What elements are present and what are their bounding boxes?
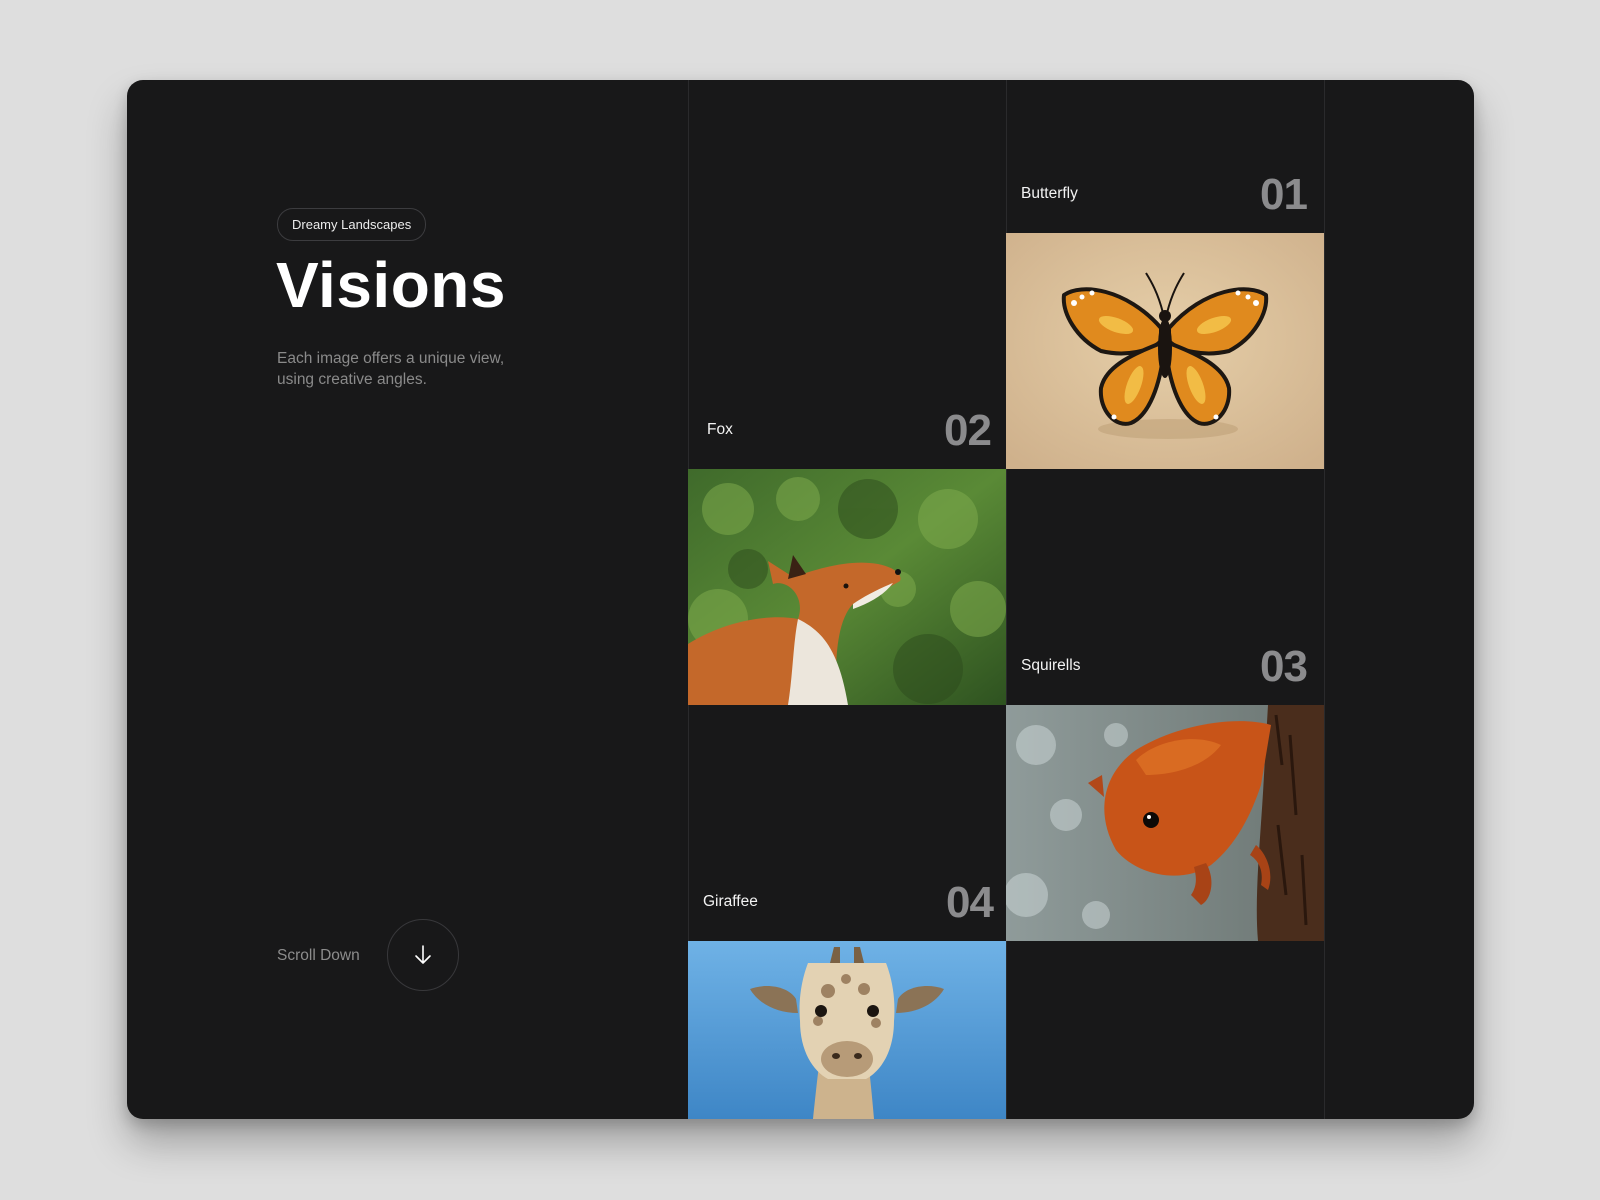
fox-image[interactable] xyxy=(688,469,1006,705)
category-badge[interactable]: Dreamy Landscapes xyxy=(277,208,427,241)
squirrel-number: 03 xyxy=(1260,642,1308,691)
giraffe-image[interactable] xyxy=(688,941,1006,1119)
page-title: Visions xyxy=(276,249,506,321)
squirrel-image[interactable] xyxy=(1006,705,1324,941)
giraffe-number: 04 xyxy=(946,878,994,927)
grid-line xyxy=(1324,80,1325,1119)
fox-number: 02 xyxy=(944,406,992,455)
giraffe-caption: Giraffee xyxy=(703,893,758,910)
giraffe-photo xyxy=(688,941,1006,1119)
arrow-down-icon xyxy=(415,945,431,964)
scroll-down-button[interactable] xyxy=(387,919,459,991)
fox-caption: Fox xyxy=(707,421,733,438)
butterfly-caption: Butterfly xyxy=(1021,185,1078,202)
butterfly-photo xyxy=(1006,233,1324,469)
scroll-down-label[interactable]: Scroll Down xyxy=(277,945,360,967)
butterfly-image[interactable] xyxy=(1006,233,1324,469)
squirrel-caption: Squirells xyxy=(1021,657,1081,674)
gallery-card: Dreamy Landscapes Visions Each image off… xyxy=(127,80,1474,1119)
fox-photo xyxy=(688,469,1006,705)
butterfly-number: 01 xyxy=(1260,170,1308,219)
page-subtitle: Each image offers a unique view, using c… xyxy=(277,350,505,388)
squirrel-photo xyxy=(1006,705,1324,941)
